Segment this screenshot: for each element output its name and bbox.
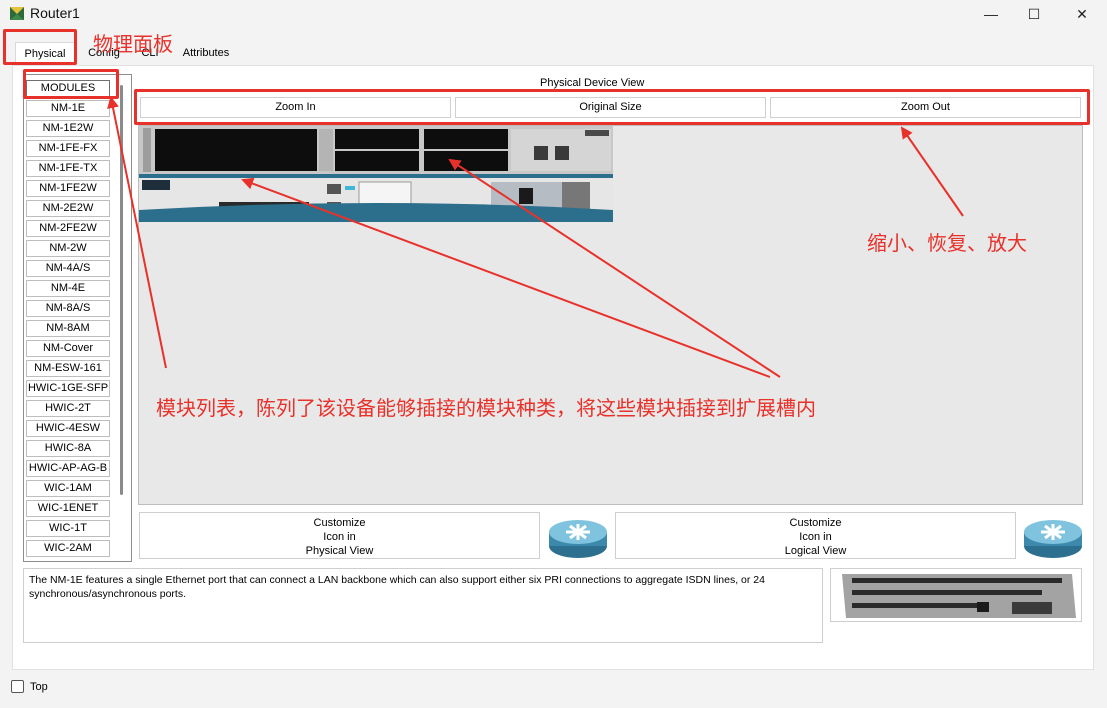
- physical-device-view-label: Physical Device View: [540, 77, 645, 89]
- module-item[interactable]: WIC-1AM: [26, 480, 110, 497]
- window-title: Router1: [30, 5, 80, 21]
- scrollbar-thumb[interactable]: [120, 85, 123, 495]
- module-item[interactable]: NM-4E: [26, 280, 110, 297]
- maximize-button[interactable]: ☐: [1011, 0, 1057, 28]
- module-item[interactable]: HWIC-1GE-SFP: [26, 380, 110, 397]
- router-chassis-image: [139, 126, 613, 222]
- annotation-box-modules: [23, 69, 119, 99]
- customize-logical-icon-button[interactable]: Customize Icon in Logical View: [615, 512, 1016, 559]
- title-bar: Router1 — ☐ ✕: [0, 0, 1107, 28]
- device-view-area[interactable]: [138, 125, 1083, 505]
- module-item[interactable]: NM-1E: [26, 100, 110, 117]
- modules-list[interactable]: MODULES NM-1E NM-1E2W NM-1FE-FX NM-1FE-T…: [23, 74, 132, 562]
- module-item[interactable]: NM-2FE2W: [26, 220, 110, 237]
- module-item[interactable]: NM-4A/S: [26, 260, 110, 277]
- annotation-box-zoom: [134, 89, 1090, 125]
- annotation-zoom-note: 缩小、恢复、放大: [867, 231, 1027, 255]
- module-item[interactable]: NM-8AM: [26, 320, 110, 337]
- close-button[interactable]: ✕: [1059, 0, 1105, 28]
- module-item[interactable]: WIC-1T: [26, 520, 110, 537]
- maximize-icon: ☐: [1027, 5, 1041, 22]
- module-item[interactable]: NM-ESW-161: [26, 360, 110, 377]
- module-item[interactable]: HWIC-4ESW: [26, 420, 110, 437]
- tab-attributes[interactable]: Attributes: [176, 42, 236, 66]
- module-item[interactable]: NM-1FE-FX: [26, 140, 110, 157]
- module-item[interactable]: HWIC-AP-AG-B: [26, 460, 110, 477]
- module-preview-image: [830, 568, 1082, 622]
- customize-logical-line2: Icon in: [799, 531, 832, 543]
- customize-physical-line2: Icon in: [323, 531, 356, 543]
- module-item[interactable]: HWIC-2T: [26, 400, 110, 417]
- module-item[interactable]: NM-Cover: [26, 340, 110, 357]
- module-item[interactable]: NM-8A/S: [26, 300, 110, 317]
- module-item[interactable]: WIC-1ENET: [26, 500, 110, 517]
- module-item[interactable]: NM-2W: [26, 240, 110, 257]
- router-physical-icon: [549, 520, 607, 558]
- nm-module-picture: [842, 574, 1076, 618]
- module-item[interactable]: NM-1FE2W: [26, 180, 110, 197]
- customize-logical-line3: Logical View: [784, 545, 847, 557]
- annotation-physical-panel: 物理面板: [93, 32, 173, 56]
- customize-physical-line1: Customize: [313, 517, 366, 529]
- module-item[interactable]: WIC-2AM: [26, 540, 110, 557]
- annotation-modules-note: 模块列表，陈列了该设备能够插接的模块种类，将这些模块插接到扩展槽内: [156, 396, 816, 420]
- annotation-box-physical-tab: [3, 29, 77, 65]
- customize-logical-line1: Customize: [789, 517, 842, 529]
- module-item[interactable]: NM-2E2W: [26, 200, 110, 217]
- customize-physical-icon-button[interactable]: Customize Icon in Physical View: [139, 512, 540, 559]
- module-description: The NM-1E features a single Ethernet por…: [23, 568, 823, 643]
- modules-scrollbar[interactable]: [118, 77, 128, 559]
- minimize-icon: —: [984, 6, 998, 22]
- module-item[interactable]: NM-1E2W: [26, 120, 110, 137]
- module-item[interactable]: HWIC-8A: [26, 440, 110, 457]
- router-app-icon: [10, 7, 24, 20]
- customize-physical-line3: Physical View: [305, 545, 374, 557]
- minimize-button[interactable]: —: [968, 0, 1014, 28]
- top-label: Top: [30, 681, 48, 693]
- module-item[interactable]: NM-1FE-TX: [26, 160, 110, 177]
- top-checkbox[interactable]: [11, 680, 24, 693]
- close-icon: ✕: [1076, 5, 1088, 22]
- router-logical-icon: [1024, 520, 1082, 558]
